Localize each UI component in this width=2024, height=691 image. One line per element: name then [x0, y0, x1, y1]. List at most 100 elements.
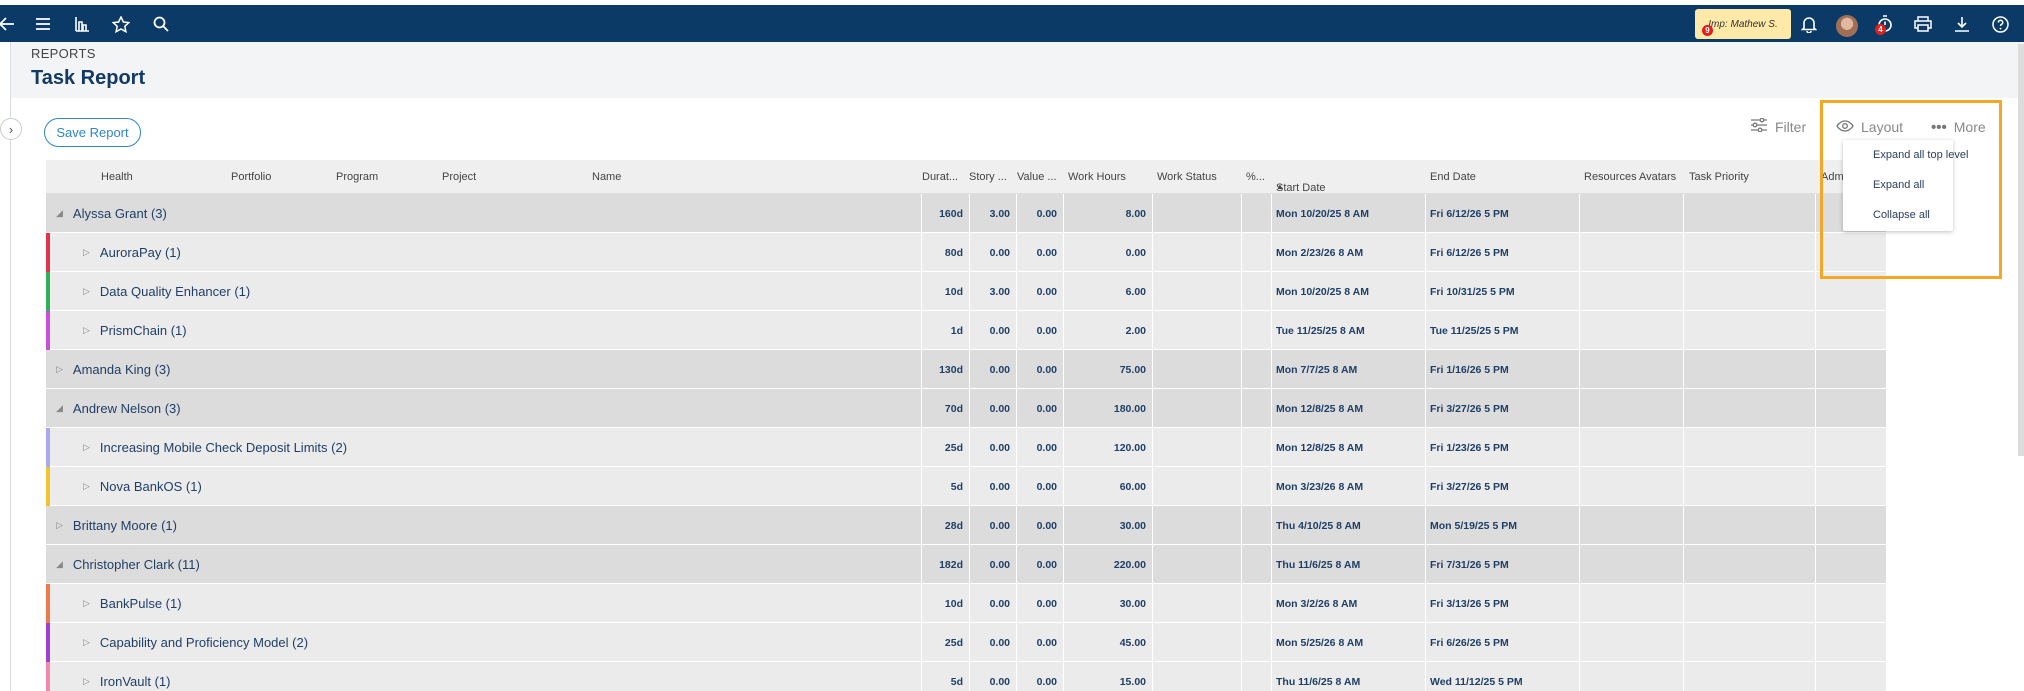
table-row[interactable]: ▷ Nova BankOS (1) 5d 0.00 0.00 60.00 Mon 3/23/… — [46, 467, 1886, 506]
reports-chart-icon[interactable] — [69, 11, 95, 37]
empty-cell — [1580, 233, 1684, 272]
download-icon[interactable] — [1949, 11, 1975, 37]
col-work-status[interactable]: Work Status — [1157, 171, 1217, 183]
expand-triangle-icon[interactable]: ▷ — [83, 325, 90, 336]
col-project[interactable]: Project — [442, 171, 476, 183]
group-row[interactable]: ▷ Brittany Moore (1) 28d 0.00 0.00 30.00 Thu 4… — [46, 506, 1886, 545]
row-name: Andrew Nelson (3) — [72, 401, 181, 416]
col-value[interactable]: Value ... — [1017, 171, 1057, 183]
col-health[interactable]: Health — [101, 171, 133, 183]
col-task-priority[interactable]: Task Priority — [1689, 171, 1749, 183]
empty-cell — [1580, 389, 1684, 428]
empty-cell — [1684, 467, 1816, 506]
col-end-date[interactable]: End Date — [1430, 171, 1476, 183]
value-cell: 0.00 — [1017, 506, 1064, 545]
col-work-hours[interactable]: Work Hours — [1068, 171, 1126, 183]
row-name: BankPulse (1) — [99, 596, 182, 611]
search-icon[interactable] — [148, 11, 174, 37]
sidebar-expand-button[interactable]: › — [0, 118, 22, 140]
table-row[interactable]: ▷ Capability and Proficiency Model (2) 25d… — [46, 623, 1886, 662]
work-hours-cell: 180.00 — [1064, 389, 1153, 428]
col-portfolio[interactable]: Portfolio — [231, 171, 271, 183]
favorites-star-icon[interactable] — [108, 11, 134, 37]
empty-cell — [1242, 467, 1272, 506]
empty-cell — [1153, 584, 1242, 623]
help-icon[interactable] — [1987, 11, 2013, 37]
empty-cell — [1242, 662, 1272, 691]
empty-cell — [1242, 233, 1272, 272]
sort-ascending-icon: ▲ — [1276, 182, 1284, 191]
task-report-grid: Health Portfolio Program Project Name Du… — [46, 160, 1886, 691]
empty-cell — [1242, 272, 1272, 311]
work-hours-cell: 6.00 — [1064, 272, 1153, 311]
table-row[interactable]: ▷ BankPulse (1) 10d 0.00 0.00 30.00 Mon 3/2/26… — [46, 584, 1886, 623]
row-name: Christopher Clark (11) — [72, 557, 200, 572]
save-report-button[interactable]: Save Report — [44, 118, 141, 147]
collapse-triangle-icon[interactable]: ◢ — [56, 403, 63, 414]
empty-cell — [1580, 467, 1684, 506]
expand-triangle-icon[interactable]: ▷ — [56, 364, 63, 375]
start-cell: Mon 3/2/26 8 AM — [1272, 584, 1426, 623]
name-cell: ▷ IronVault (1) — [46, 662, 922, 691]
row-name: Capability and Proficiency Model (2) — [99, 635, 309, 650]
empty-cell — [1153, 233, 1242, 272]
empty-cell — [1580, 662, 1684, 691]
breadcrumb[interactable]: REPORTS — [31, 46, 96, 61]
value-cell: 0.00 — [1017, 662, 1064, 691]
collapse-triangle-icon[interactable]: ◢ — [56, 208, 63, 219]
row-name: Brittany Moore (1) — [72, 518, 177, 533]
group-row[interactable]: ▷ Amanda King (3) 130d 0.00 0.00 75.00 Mon 7/7… — [46, 350, 1886, 389]
print-icon[interactable] — [1910, 11, 1936, 37]
value-cell: 0.00 — [1017, 428, 1064, 467]
story-cell: 0.00 — [970, 467, 1017, 506]
start-cell: Thu 11/6/25 8 AM — [1272, 662, 1426, 691]
row-name: Amanda King (3) — [72, 362, 171, 377]
col-resources-avatars[interactable]: Resources Avatars — [1584, 171, 1676, 183]
filter-button[interactable]: Filter — [1750, 117, 1806, 137]
story-cell: 0.00 — [970, 389, 1017, 428]
end-cell: Fri 7/31/26 5 PM — [1426, 545, 1580, 584]
col-duration[interactable]: Durat... — [922, 171, 958, 183]
expand-triangle-icon[interactable]: ▷ — [83, 442, 90, 453]
group-row[interactable]: ◢ Christopher Clark (11) 182d 0.00 0.00 220.0… — [46, 545, 1886, 584]
hamburger-menu-icon[interactable] — [30, 11, 56, 37]
table-row[interactable]: ▷ AuroraPay (1) 80d 0.00 0.00 0.00 Mon 2/23/26… — [46, 233, 1886, 272]
table-row[interactable]: ▷ Data Quality Enhancer (1) 10d 3.00 0.00 6.0… — [46, 272, 1886, 311]
empty-cell — [1153, 194, 1242, 233]
col-name[interactable]: Name — [592, 171, 621, 183]
expand-triangle-icon[interactable]: ▷ — [83, 598, 90, 609]
story-cell: 3.00 — [970, 272, 1017, 311]
group-row[interactable]: ◢ Alyssa Grant (3) 160d 3.00 0.00 8.00 Mon 10/… — [46, 194, 1886, 233]
empty-cell — [1684, 194, 1816, 233]
expand-triangle-icon[interactable]: ▷ — [83, 286, 90, 297]
expand-triangle-icon[interactable]: ▷ — [83, 481, 90, 492]
notifications-bell-icon[interactable] — [1796, 11, 1822, 37]
collapse-triangle-icon[interactable]: ◢ — [56, 559, 63, 570]
expand-triangle-icon[interactable]: ▷ — [83, 676, 90, 687]
col-story[interactable]: Story ... — [969, 171, 1007, 183]
duration-cell: 10d — [922, 584, 970, 623]
back-arrow-icon[interactable] — [0, 11, 20, 37]
empty-cell — [1242, 311, 1272, 350]
vertical-scrollbar[interactable] — [2018, 44, 2024, 456]
timer-count-badge: 4 — [1875, 24, 1886, 35]
expand-triangle-icon[interactable]: ▷ — [56, 520, 63, 531]
group-row[interactable]: ◢ Andrew Nelson (3) 70d 0.00 0.00 180.00 Mon 1… — [46, 389, 1886, 428]
name-cell: ▷ PrismChain (1) — [46, 311, 922, 350]
table-row[interactable]: ▷ Increasing Mobile Check Deposit Limits … — [46, 428, 1886, 467]
col-pct[interactable]: %... — [1246, 171, 1265, 183]
top-nav-bar: Imp: Mathew S. 9 4 — [0, 5, 2024, 42]
empty-cell — [1580, 545, 1684, 584]
user-avatar[interactable] — [1836, 15, 1858, 37]
expand-triangle-icon[interactable]: ▷ — [83, 637, 90, 648]
empty-cell — [1242, 506, 1272, 545]
table-row[interactable]: ▷ IronVault (1) 5d 0.00 0.00 15.00 Thu 11/6/25… — [46, 662, 1886, 691]
expand-triangle-icon[interactable]: ▷ — [83, 247, 90, 258]
end-cell: Fri 3/27/26 5 PM — [1426, 389, 1580, 428]
work-hours-cell: 120.00 — [1064, 428, 1153, 467]
table-row[interactable]: ▷ PrismChain (1) 1d 0.00 0.00 2.00 Tue 11/25/2… — [46, 311, 1886, 350]
empty-cell — [1580, 311, 1684, 350]
col-program[interactable]: Program — [336, 171, 378, 183]
duration-cell: 25d — [922, 623, 970, 662]
value-cell: 0.00 — [1017, 584, 1064, 623]
